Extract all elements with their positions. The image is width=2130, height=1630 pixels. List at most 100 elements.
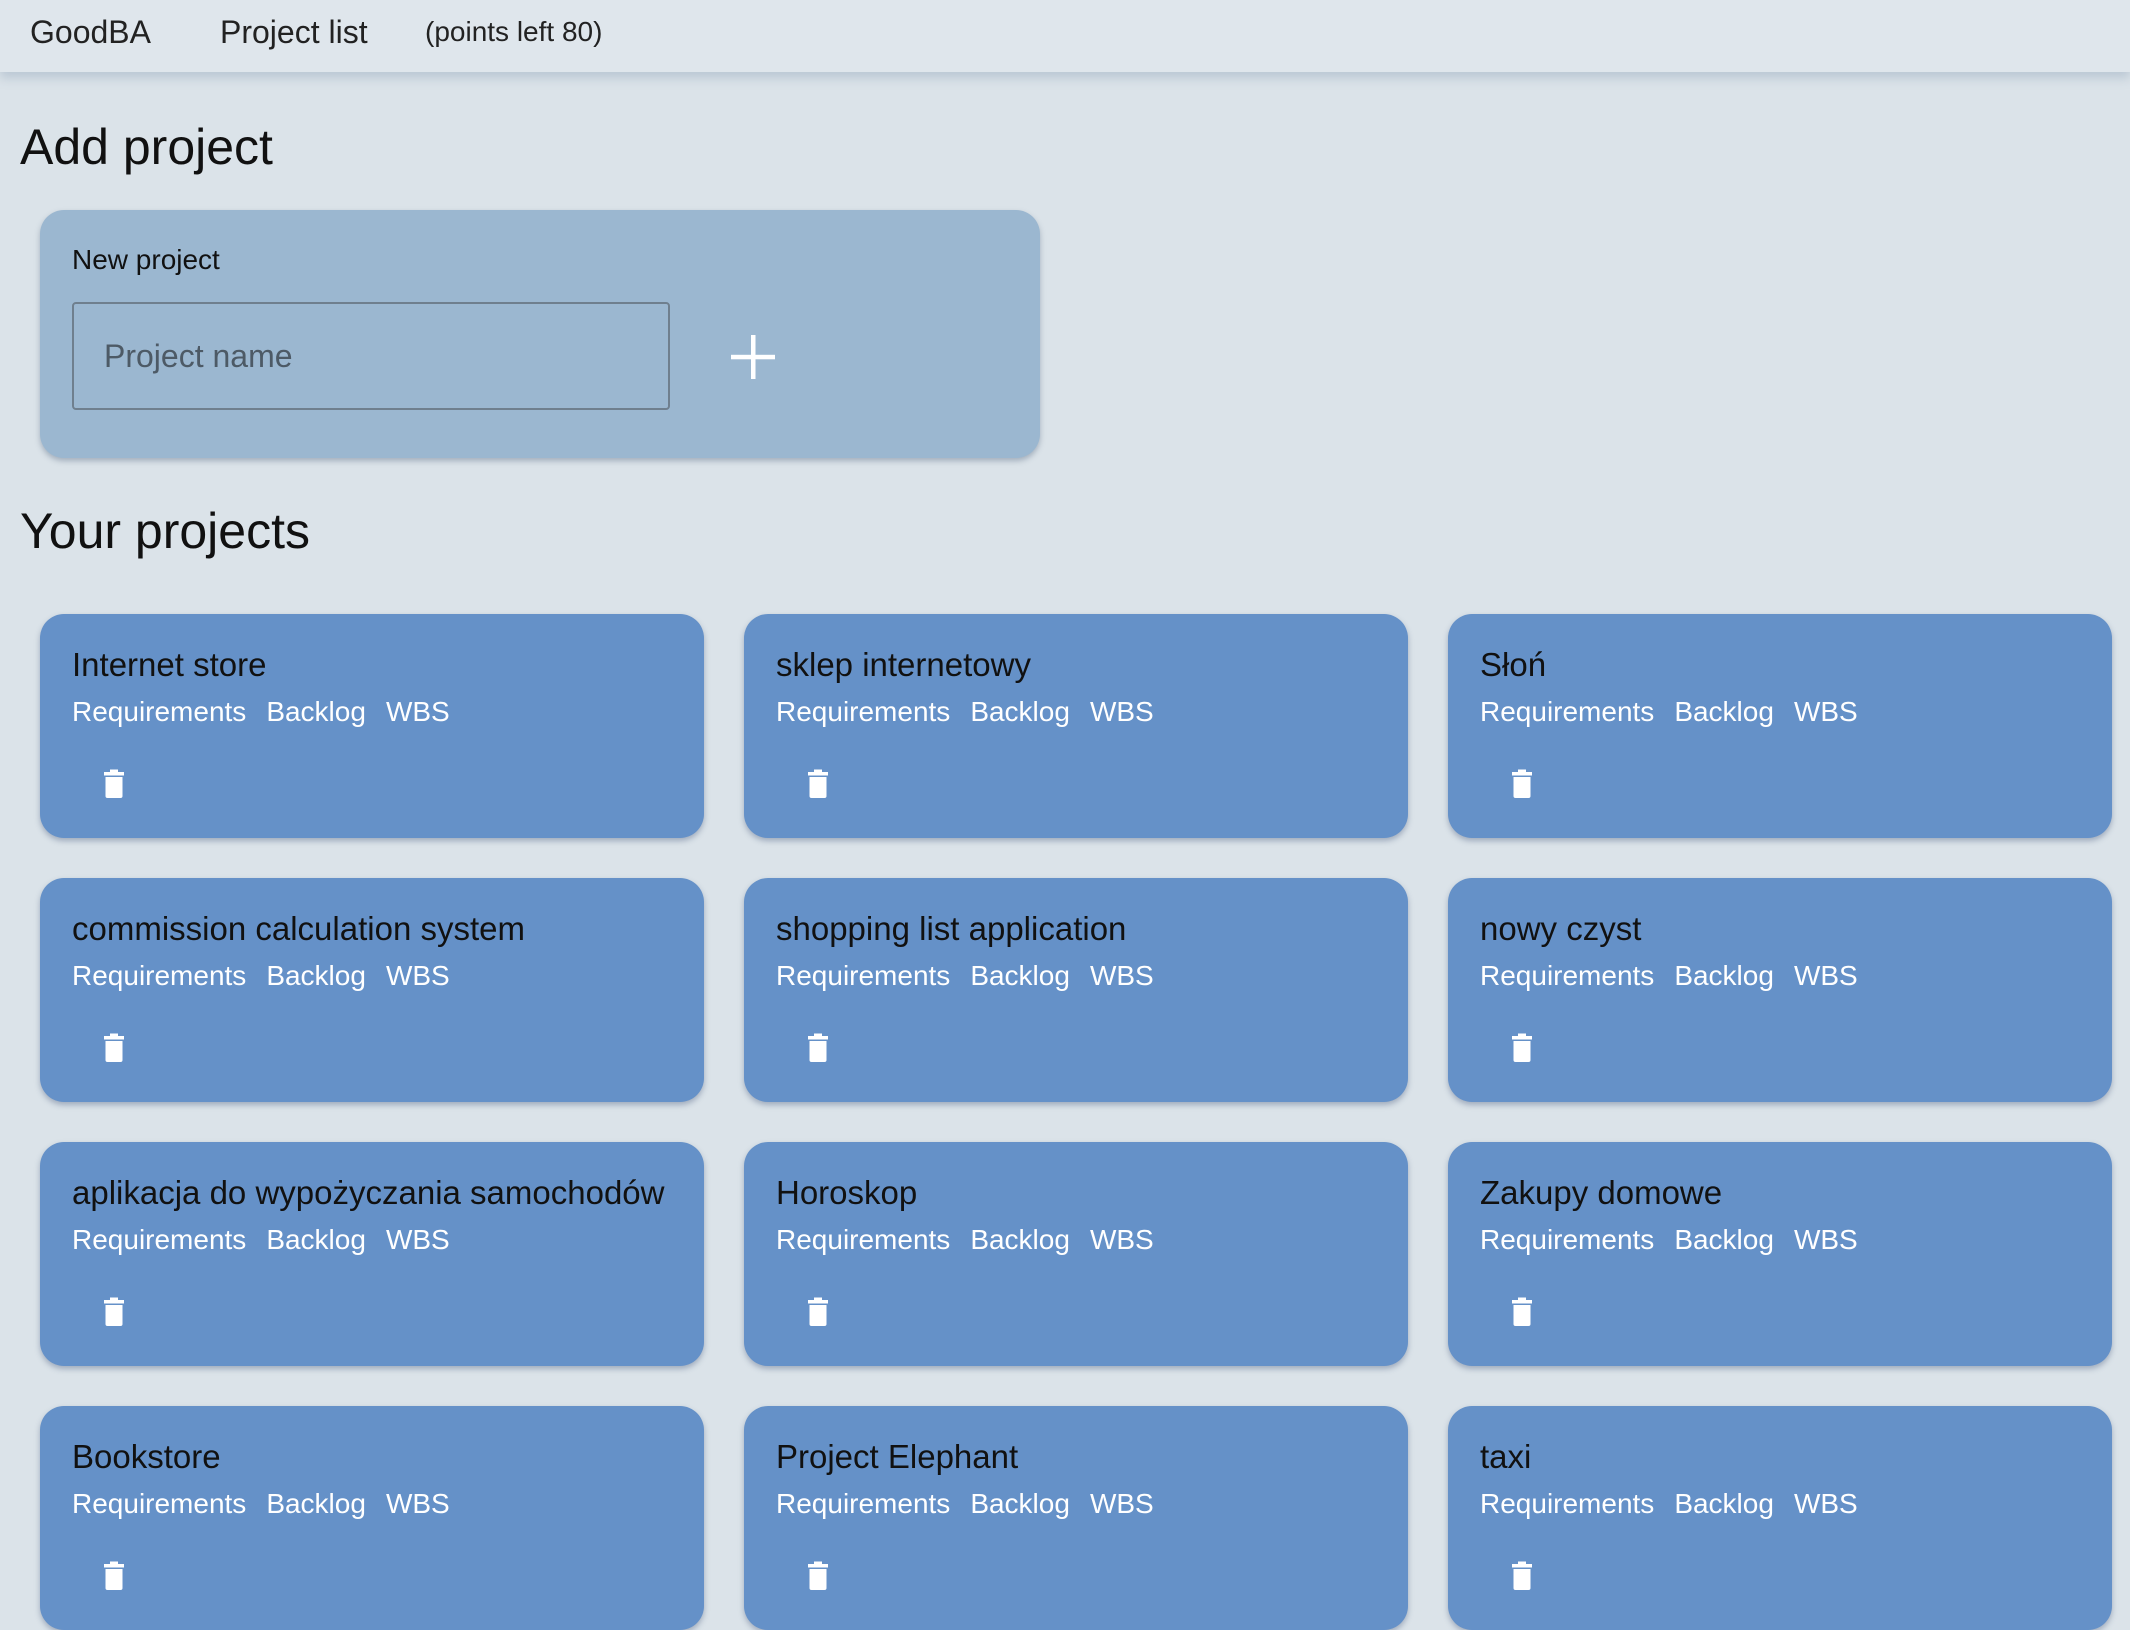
trash-icon — [104, 1297, 124, 1326]
delete-project-button[interactable] — [1504, 766, 1540, 802]
trash-icon — [1512, 1297, 1532, 1326]
wbs-link[interactable]: WBS — [1794, 1224, 1858, 1256]
wbs-link[interactable]: WBS — [1794, 696, 1858, 728]
delete-project-button[interactable] — [96, 1294, 132, 1330]
project-card: taxi Requirements Backlog WBS — [1448, 1406, 2112, 1630]
requirements-link[interactable]: Requirements — [776, 1224, 950, 1256]
project-card: Słoń Requirements Backlog WBS — [1448, 614, 2112, 838]
requirements-link[interactable]: Requirements — [72, 960, 246, 992]
trash-icon — [808, 1033, 828, 1062]
project-links: Requirements Backlog WBS — [776, 960, 1154, 992]
delete-project-button[interactable] — [1504, 1294, 1540, 1330]
add-project-heading: Add project — [20, 119, 273, 175]
wbs-link[interactable]: WBS — [1794, 960, 1858, 992]
requirements-link[interactable]: Requirements — [72, 1224, 246, 1256]
brand-logo-text[interactable]: GoodBA — [30, 14, 151, 51]
wbs-link[interactable]: WBS — [386, 696, 450, 728]
wbs-link[interactable]: WBS — [386, 1224, 450, 1256]
project-name[interactable]: aplikacja do wypożyczania samochodów — [72, 1174, 665, 1212]
wbs-link[interactable]: WBS — [386, 1488, 450, 1520]
delete-project-button[interactable] — [800, 766, 836, 802]
project-name-input[interactable] — [72, 302, 670, 410]
project-name[interactable]: Internet store — [72, 646, 266, 684]
trash-icon — [104, 1561, 124, 1590]
requirements-link[interactable]: Requirements — [1480, 1488, 1654, 1520]
backlog-link[interactable]: Backlog — [970, 696, 1070, 728]
trash-icon — [1512, 1033, 1532, 1062]
project-card: Bookstore Requirements Backlog WBS — [40, 1406, 704, 1630]
requirements-link[interactable]: Requirements — [776, 960, 950, 992]
requirements-link[interactable]: Requirements — [1480, 696, 1654, 728]
wbs-link[interactable]: WBS — [1090, 960, 1154, 992]
project-links: Requirements Backlog WBS — [1480, 960, 1858, 992]
delete-project-button[interactable] — [800, 1294, 836, 1330]
wbs-link[interactable]: WBS — [1090, 1488, 1154, 1520]
trash-icon — [808, 1561, 828, 1590]
project-name[interactable]: shopping list application — [776, 910, 1126, 948]
trash-icon — [104, 769, 124, 798]
requirements-link[interactable]: Requirements — [776, 696, 950, 728]
delete-project-button[interactable] — [96, 1030, 132, 1066]
wbs-link[interactable]: WBS — [386, 960, 450, 992]
project-name[interactable]: commission calculation system — [72, 910, 525, 948]
backlog-link[interactable]: Backlog — [266, 960, 366, 992]
project-name[interactable]: Project Elephant — [776, 1438, 1018, 1476]
project-name[interactable]: nowy czyst — [1480, 910, 1641, 948]
nav-project-list[interactable]: Project list — [220, 14, 368, 51]
delete-project-button[interactable] — [800, 1030, 836, 1066]
delete-project-button[interactable] — [1504, 1030, 1540, 1066]
project-name[interactable]: taxi — [1480, 1438, 1531, 1476]
backlog-link[interactable]: Backlog — [970, 1224, 1070, 1256]
project-name[interactable]: Bookstore — [72, 1438, 221, 1476]
project-name[interactable]: Zakupy domowe — [1480, 1174, 1722, 1212]
requirements-link[interactable]: Requirements — [72, 1488, 246, 1520]
wbs-link[interactable]: WBS — [1090, 696, 1154, 728]
delete-project-button[interactable] — [96, 1558, 132, 1594]
backlog-link[interactable]: Backlog — [1674, 1488, 1774, 1520]
requirements-link[interactable]: Requirements — [776, 1488, 950, 1520]
new-project-label: New project — [72, 244, 220, 275]
project-links: Requirements Backlog WBS — [1480, 1488, 1858, 1520]
project-links: Requirements Backlog WBS — [1480, 696, 1858, 728]
project-card: Internet store Requirements Backlog WBS — [40, 614, 704, 838]
delete-project-button[interactable] — [1504, 1558, 1540, 1594]
project-card: aplikacja do wypożyczania samochodów Req… — [40, 1142, 704, 1366]
backlog-link[interactable]: Backlog — [970, 1488, 1070, 1520]
points-left-counter: (points left 80) — [425, 16, 603, 47]
your-projects-heading: Your projects — [20, 503, 310, 559]
requirements-link[interactable]: Requirements — [1480, 1224, 1654, 1256]
backlog-link[interactable]: Backlog — [1674, 960, 1774, 992]
backlog-link[interactable]: Backlog — [1674, 696, 1774, 728]
project-links: Requirements Backlog WBS — [72, 960, 450, 992]
backlog-link[interactable]: Backlog — [266, 1224, 366, 1256]
requirements-link[interactable]: Requirements — [1480, 960, 1654, 992]
project-name[interactable]: Horoskop — [776, 1174, 917, 1212]
trash-icon — [104, 1033, 124, 1062]
delete-project-button[interactable] — [96, 766, 132, 802]
project-links: Requirements Backlog WBS — [72, 696, 450, 728]
add-project-button[interactable] — [718, 322, 788, 392]
project-links: Requirements Backlog WBS — [1480, 1224, 1858, 1256]
backlog-link[interactable]: Backlog — [266, 696, 366, 728]
project-links: Requirements Backlog WBS — [72, 1488, 450, 1520]
trash-icon — [1512, 1561, 1532, 1590]
requirements-link[interactable]: Requirements — [72, 696, 246, 728]
project-name[interactable]: sklep internetowy — [776, 646, 1031, 684]
project-card: shopping list application Requirements B… — [744, 878, 1408, 1102]
trash-icon — [1512, 769, 1532, 798]
project-card: Horoskop Requirements Backlog WBS — [744, 1142, 1408, 1366]
trash-icon — [808, 769, 828, 798]
wbs-link[interactable]: WBS — [1090, 1224, 1154, 1256]
delete-project-button[interactable] — [800, 1558, 836, 1594]
plus-icon — [731, 335, 775, 379]
project-name[interactable]: Słoń — [1480, 646, 1546, 684]
project-card: nowy czyst Requirements Backlog WBS — [1448, 878, 2112, 1102]
new-project-card: New project — [40, 210, 1040, 458]
wbs-link[interactable]: WBS — [1794, 1488, 1858, 1520]
project-card: commission calculation system Requiremen… — [40, 878, 704, 1102]
project-card: Zakupy domowe Requirements Backlog WBS — [1448, 1142, 2112, 1366]
backlog-link[interactable]: Backlog — [970, 960, 1070, 992]
backlog-link[interactable]: Backlog — [1674, 1224, 1774, 1256]
trash-icon — [808, 1297, 828, 1326]
backlog-link[interactable]: Backlog — [266, 1488, 366, 1520]
